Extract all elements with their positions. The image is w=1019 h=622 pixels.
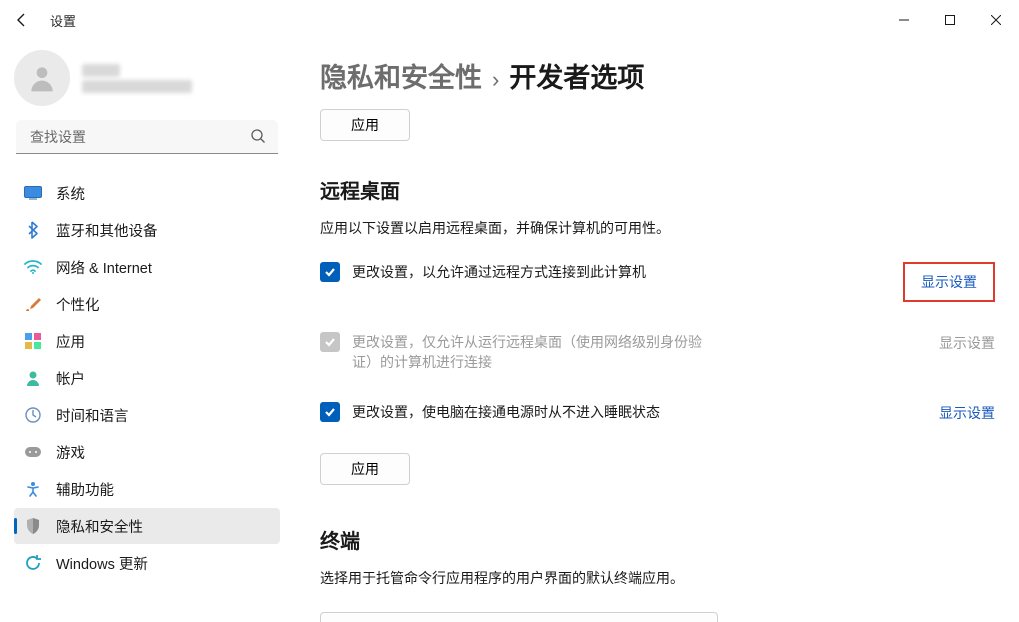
sidebar-item-apps[interactable]: 应用 [14, 323, 280, 359]
apply-button-remote[interactable]: 应用 [320, 453, 410, 485]
checkbox-allow-remote[interactable] [320, 262, 340, 282]
back-button[interactable] [12, 10, 32, 30]
window-title: 设置 [50, 11, 76, 30]
sidebar-item-label: Windows 更新 [56, 553, 148, 574]
show-settings-link-1[interactable]: 显示设置 [903, 262, 995, 302]
sidebar-item-privacy[interactable]: 隐私和安全性 [14, 508, 280, 544]
nav-list: 系统 蓝牙和其他设备 网络 & Internet 个性化 应用 帐户 [14, 174, 280, 582]
sidebar-item-label: 蓝牙和其他设备 [56, 220, 158, 241]
sidebar-item-network[interactable]: 网络 & Internet [14, 249, 280, 285]
remote-setting-nla: 更改设置，仅允许从运行远程桌面（使用网络级别身份验证）的计算机进行连接 显示设置 [320, 332, 995, 372]
remote-desktop-desc: 应用以下设置以启用远程桌面，并确保计算机的可用性。 [320, 218, 995, 238]
sidebar-item-accessibility[interactable]: 辅助功能 [14, 471, 280, 507]
sidebar-item-gaming[interactable]: 游戏 [14, 434, 280, 470]
sidebar-item-personalization[interactable]: 个性化 [14, 286, 280, 322]
sidebar-item-system[interactable]: 系统 [14, 175, 280, 211]
chevron-right-icon: › [492, 67, 499, 93]
remote-setting-sleep-text: 更改设置，使电脑在接通电源时从不进入睡眠状态 [352, 402, 660, 422]
clock-globe-icon [24, 406, 42, 424]
sidebar-item-label: 隐私和安全性 [56, 516, 143, 537]
sidebar-item-accounts[interactable]: 帐户 [14, 360, 280, 396]
wifi-icon [24, 258, 42, 276]
brush-icon [24, 295, 42, 313]
maximize-button[interactable] [927, 4, 973, 36]
sidebar-item-label: 网络 & Internet [56, 257, 152, 278]
accessibility-icon [24, 480, 42, 498]
shield-icon [24, 517, 42, 535]
sidebar-item-label: 系统 [56, 183, 85, 204]
terminal-dropdown[interactable]: Windows 控制台主机 [320, 612, 718, 622]
apply-button-top[interactable]: 应用 [320, 109, 410, 141]
search-icon[interactable] [250, 128, 266, 147]
person-icon [24, 369, 42, 387]
account-name-redacted [82, 61, 192, 96]
update-icon [24, 554, 42, 572]
breadcrumb-parent[interactable]: 隐私和安全性 [320, 56, 482, 95]
breadcrumb: 隐私和安全性 › 开发者选项 [320, 56, 995, 95]
sidebar-item-time-language[interactable]: 时间和语言 [14, 397, 280, 433]
close-button[interactable] [973, 4, 1019, 36]
page-title: 开发者选项 [509, 56, 644, 95]
avatar [14, 50, 70, 106]
sidebar: 系统 蓝牙和其他设备 网络 & Internet 个性化 应用 帐户 [0, 40, 290, 622]
sidebar-item-label: 个性化 [56, 294, 100, 315]
sidebar-item-windows-update[interactable]: Windows 更新 [14, 545, 280, 581]
sidebar-item-label: 游戏 [56, 442, 85, 463]
sidebar-item-label: 帐户 [56, 368, 85, 389]
apps-icon [24, 332, 42, 350]
search-input[interactable] [16, 120, 278, 154]
bluetooth-icon [24, 221, 42, 239]
remote-setting-allow-text: 更改设置，以允许通过远程方式连接到此计算机 [352, 262, 646, 282]
show-settings-link-2: 显示设置 [939, 332, 995, 353]
remote-desktop-heading: 远程桌面 [320, 175, 995, 204]
account-block[interactable] [14, 50, 280, 106]
remote-setting-allow: 更改设置，以允许通过远程方式连接到此计算机 显示设置 [320, 262, 995, 302]
sidebar-item-label: 应用 [56, 331, 85, 352]
sidebar-item-label: 辅助功能 [56, 479, 114, 500]
sidebar-item-label: 时间和语言 [56, 405, 129, 426]
remote-setting-nla-text: 更改设置，仅允许从运行远程桌面（使用网络级别身份验证）的计算机进行连接 [352, 332, 702, 372]
checkbox-nla [320, 332, 340, 352]
titlebar: 设置 [0, 0, 1019, 40]
system-icon [24, 184, 42, 202]
content-pane: 隐私和安全性 › 开发者选项 应用 远程桌面 应用以下设置以启用远程桌面，并确保… [290, 40, 1019, 622]
remote-setting-sleep: 更改设置，使电脑在接通电源时从不进入睡眠状态 显示设置 [320, 402, 995, 423]
sidebar-item-bluetooth[interactable]: 蓝牙和其他设备 [14, 212, 280, 248]
minimize-button[interactable] [881, 4, 927, 36]
show-settings-link-3[interactable]: 显示设置 [939, 402, 995, 423]
gamepad-icon [24, 443, 42, 461]
terminal-desc: 选择用于托管命令行应用程序的用户界面的默认终端应用。 [320, 568, 995, 588]
checkbox-sleep[interactable] [320, 402, 340, 422]
terminal-heading: 终端 [320, 525, 995, 554]
